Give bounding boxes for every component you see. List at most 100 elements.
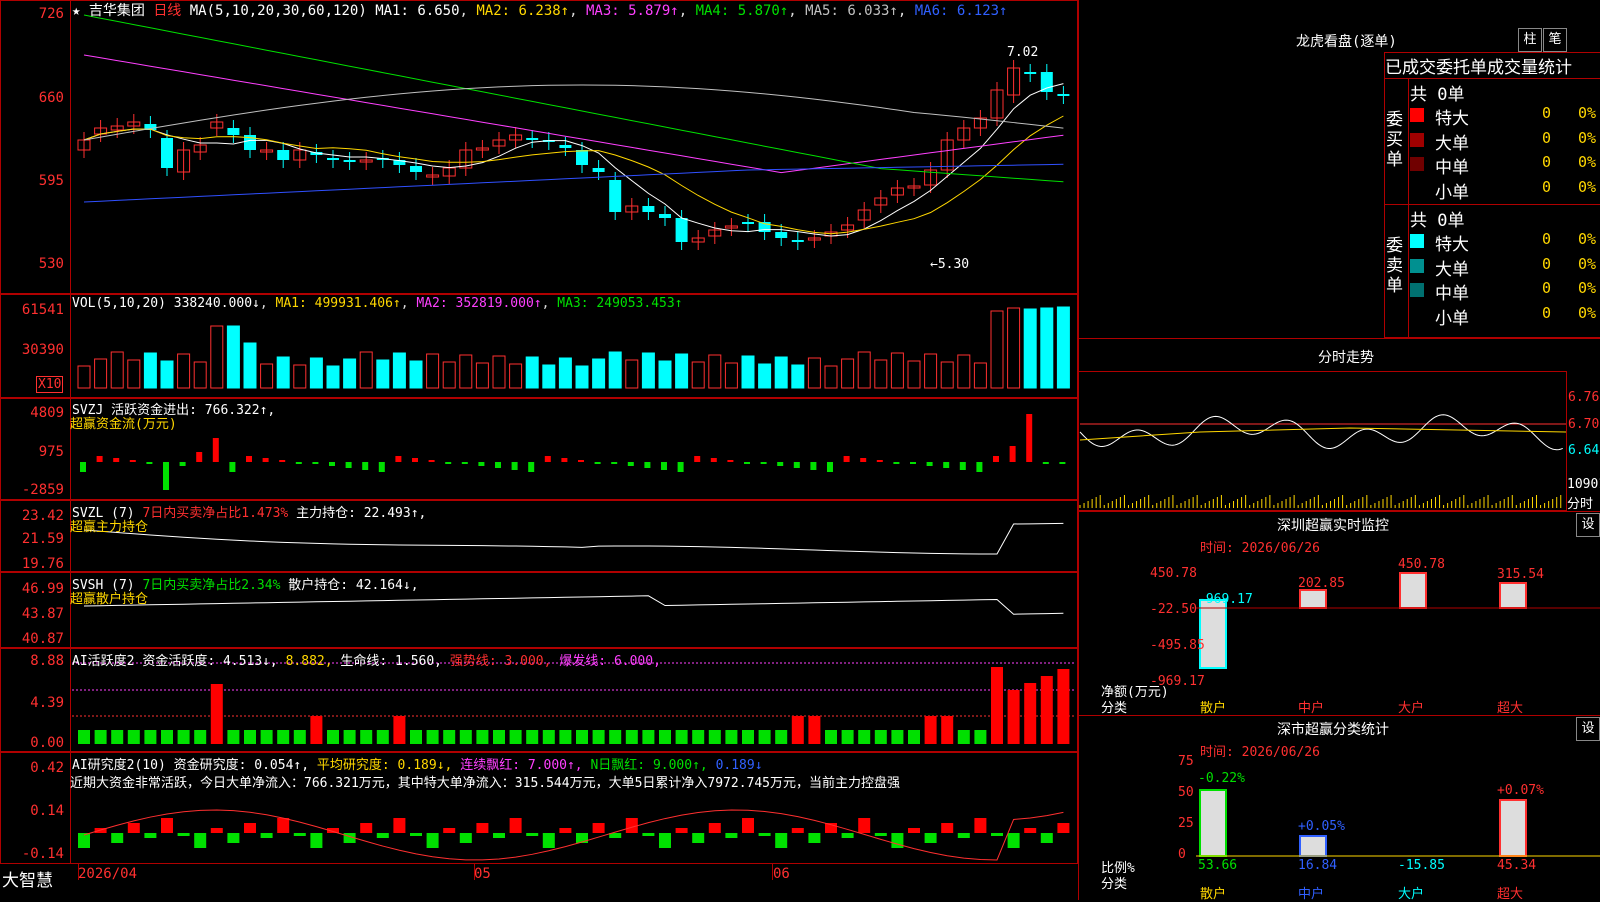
sz-stats-time: 时间: 2026/06/26 bbox=[1200, 745, 1320, 760]
activity-bar bbox=[526, 730, 539, 744]
activity-bar bbox=[277, 730, 290, 744]
svzl-sub: 超赢主力持仓 bbox=[70, 520, 149, 535]
candle-body bbox=[791, 240, 804, 242]
ai2-tick: -0.14 bbox=[21, 846, 64, 862]
row-percent: 0% bbox=[1578, 230, 1597, 248]
svzj-bar bbox=[710, 458, 717, 462]
activity-bar bbox=[609, 730, 622, 744]
ai1-b: 8.882, bbox=[285, 654, 333, 669]
candle-body bbox=[1024, 72, 1037, 74]
sz-stats-bottom: 53.66 bbox=[1198, 858, 1238, 873]
sz-monitor-value: 450.78 bbox=[1398, 557, 1445, 572]
period-label[interactable]: 日线 bbox=[153, 3, 181, 19]
svzj-bar bbox=[329, 462, 335, 466]
svzj-bar bbox=[163, 462, 169, 490]
research-bar bbox=[758, 833, 771, 836]
sell-side-label: 委卖单 bbox=[1386, 236, 1403, 296]
svzj-tick: 4809 bbox=[30, 405, 64, 421]
ma1-line bbox=[83, 83, 1064, 237]
date-tick: 06 bbox=[773, 866, 790, 882]
activity-bar bbox=[376, 730, 389, 744]
volume-bar bbox=[160, 360, 174, 389]
volume-bar bbox=[442, 361, 456, 389]
sz-monitor-time: 时间: 2026/06/26 bbox=[1200, 541, 1320, 556]
svzj-bar bbox=[544, 456, 551, 462]
activity-bar bbox=[244, 730, 256, 744]
svzj-bar bbox=[229, 462, 236, 472]
research-bar bbox=[360, 823, 373, 833]
vol-ma2: MA2: 352819.000↑ bbox=[416, 296, 542, 311]
sz-monitor-cat: 大户 bbox=[1398, 701, 1425, 716]
volume-bar bbox=[957, 354, 971, 389]
buy-total: 共 0单 bbox=[1410, 85, 1465, 105]
research-bar bbox=[210, 828, 223, 833]
svzj-bar bbox=[179, 462, 186, 466]
intraday-chart[interactable] bbox=[1078, 371, 1567, 511]
activity-bar bbox=[443, 730, 456, 744]
volume-bar bbox=[376, 359, 390, 389]
activity-bar bbox=[509, 730, 522, 744]
vol-ma1: MA1: 499931.406↑ bbox=[275, 296, 401, 311]
svzj-bar bbox=[627, 462, 634, 466]
volume-bar bbox=[343, 358, 357, 389]
research-bar bbox=[1057, 823, 1070, 833]
vol-tick: 61541 bbox=[21, 302, 64, 318]
ai1-tick: 0.00 bbox=[30, 735, 64, 751]
volume-bar bbox=[874, 359, 888, 389]
activity-bar bbox=[659, 730, 671, 744]
ma3-line bbox=[83, 54, 1064, 174]
tick-mode-button[interactable]: 笔 bbox=[1543, 28, 1567, 52]
low-price-value: 5.30 bbox=[937, 257, 970, 272]
svzl-tick: 21.59 bbox=[21, 531, 64, 547]
activity-bar bbox=[360, 730, 373, 744]
bar-mode-button[interactable]: 柱 bbox=[1518, 28, 1542, 52]
research-bar bbox=[692, 833, 705, 843]
volume-bar bbox=[177, 353, 191, 389]
favorite-star-icon[interactable]: ★ bbox=[72, 3, 80, 19]
svsh-tick: 46.99 bbox=[21, 581, 64, 597]
vol-title: VOL(5,10,20) bbox=[72, 296, 166, 311]
color-swatch-icon bbox=[1410, 108, 1424, 122]
volume-bar bbox=[110, 351, 124, 389]
svsh-ratio: 7日内买卖净占比2.34% bbox=[142, 578, 281, 593]
activity-bar bbox=[791, 716, 804, 744]
sz-stats-bottom: 16.84 bbox=[1298, 858, 1338, 873]
ai2-c: 连续飘红: 7.000↑, bbox=[460, 758, 583, 773]
svzj-bar bbox=[876, 460, 883, 462]
research-bar bbox=[991, 833, 1003, 836]
activity-bar bbox=[642, 730, 655, 744]
ma4-name: MA4: bbox=[695, 3, 730, 19]
sz-stats-cat: 中户 bbox=[1298, 887, 1325, 902]
sz-monitor-tick: -22.50 bbox=[1150, 602, 1197, 617]
row-percent: 0% bbox=[1578, 177, 1597, 196]
svzj-bar bbox=[80, 462, 86, 472]
row-percent: 0% bbox=[1578, 254, 1597, 273]
candle-body bbox=[592, 168, 605, 172]
volume-bar bbox=[1040, 307, 1054, 389]
sz-stats-settings-button[interactable]: 设 bbox=[1576, 717, 1600, 741]
volume-bar bbox=[426, 353, 440, 389]
activity-bar bbox=[542, 730, 555, 744]
volume-bar bbox=[459, 354, 473, 389]
activity-bar bbox=[343, 730, 356, 744]
candle-body bbox=[675, 218, 688, 242]
candle-body bbox=[327, 158, 339, 160]
activity-bar bbox=[758, 730, 771, 744]
sz-stats-cat: 超大 bbox=[1497, 887, 1524, 902]
research-bar bbox=[1024, 828, 1037, 833]
sz-monitor-cat: 中户 bbox=[1298, 701, 1325, 716]
research-bar bbox=[742, 818, 754, 833]
volume-bar bbox=[575, 365, 589, 389]
svzj-bar bbox=[113, 458, 120, 462]
volume-bar bbox=[359, 351, 373, 389]
sz-monitor-settings-button[interactable]: 设 bbox=[1576, 513, 1600, 537]
ai2-e: 0.189↓ bbox=[715, 758, 763, 773]
svzj-tick: -2859 bbox=[21, 482, 64, 498]
ai2-tick: 0.14 bbox=[30, 803, 64, 819]
svzj-bar bbox=[993, 456, 999, 462]
ma6-value: 6.123↑ bbox=[956, 3, 1008, 19]
color-swatch-icon bbox=[1410, 258, 1424, 273]
activity-bar bbox=[742, 730, 754, 744]
volume-bar bbox=[77, 365, 91, 389]
svzj-bar bbox=[677, 462, 684, 472]
